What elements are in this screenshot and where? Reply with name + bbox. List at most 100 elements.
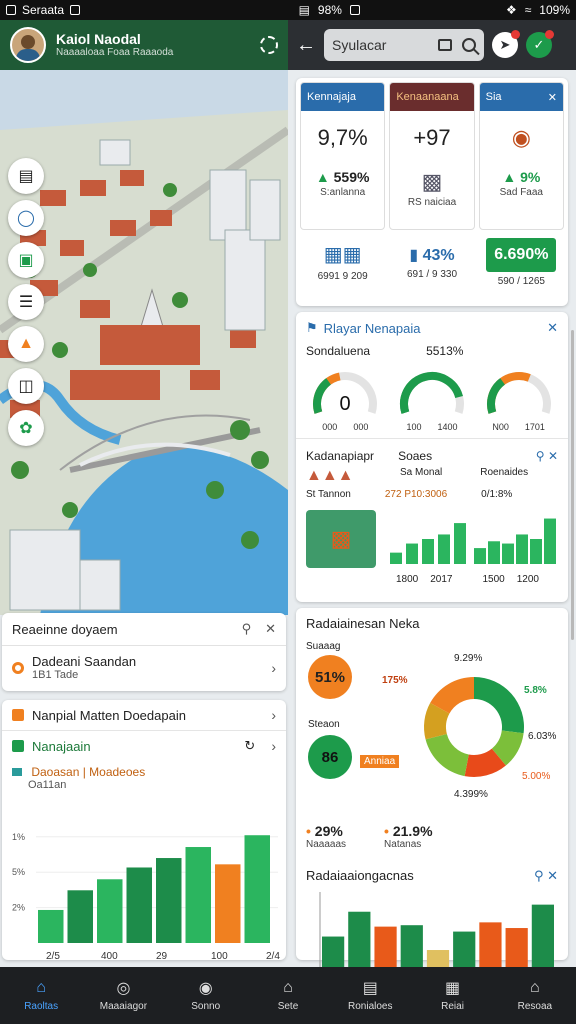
left-bar-chart: 1% 5% 2% 2/5 400 29 100 2/4 (12, 832, 280, 962)
avatar[interactable] (10, 27, 46, 63)
section-foot-d: 1200 (516, 574, 539, 585)
kpi-sub: ▲ 9% (480, 157, 563, 185)
mini-stat[interactable]: ▦▦ 6991 9 209 (300, 238, 385, 286)
nav-item-3[interactable]: ⌂ Sete (252, 979, 324, 1012)
recent-places-card: Reaeinne doyaem ⚲ ✕ Dadeani Saandan 1B1 … (2, 613, 286, 691)
nav-icon: ⌂ (36, 979, 46, 996)
nav-item-6[interactable]: ⌂ Resoaa (499, 979, 571, 1012)
mini-stat[interactable]: 6.690% 590 / 1265 (479, 237, 564, 287)
back-arrow-icon[interactable]: ← (296, 34, 316, 57)
chevron-right-icon[interactable]: › (271, 738, 276, 754)
bubble-a[interactable]: 51% (308, 655, 352, 699)
section-row1-b: 272 P10:3006 (384, 489, 448, 500)
dot-icon: • (384, 823, 389, 839)
dot-icon: • (306, 823, 311, 839)
car-thumbnail: ▩ (306, 510, 376, 568)
kpi-tile[interactable]: Kenaanaana +97 ▩ RS naiciaa (389, 82, 475, 230)
close-icon[interactable]: ✕ (548, 449, 558, 463)
chevron-right-icon[interactable]: › (271, 660, 276, 676)
section-col1: Sa Monal (400, 467, 443, 478)
bar (215, 864, 241, 943)
close-icon[interactable]: ✕ (265, 621, 276, 637)
summary-stat: • 29% Naaaaas (306, 823, 346, 850)
bar (400, 925, 423, 972)
section-col2: Roenaides (480, 467, 529, 478)
recent-places-title: Reaeinne doyaem (12, 621, 118, 637)
share-button[interactable]: ➤ (492, 30, 520, 58)
section-actions: ⚲ ✕ (534, 868, 558, 884)
bar (38, 909, 64, 943)
status-left-text: Seraata (22, 3, 65, 17)
kpi-head: Sia ✕ (479, 83, 563, 111)
document-icon[interactable]: ◫ (8, 368, 44, 404)
nav-item-1[interactable]: ◎ Maaaiagor (87, 979, 159, 1012)
search-icon[interactable] (462, 38, 476, 52)
summary-stat-value: 29% (314, 823, 343, 839)
refresh-icon[interactable]: ↻ (244, 738, 255, 754)
status-right-a: 98% (317, 3, 342, 17)
pct-r1: 5.8% (524, 685, 547, 696)
bubble-a-value: 51% (314, 668, 346, 686)
kpi-tile[interactable]: Kennajaja 9,7% ▲ 559% S:anlanna (300, 82, 386, 230)
search-icon[interactable]: ⚲ (536, 449, 545, 463)
list-icon[interactable]: ☰ (8, 284, 44, 320)
search-header: ← Syulacar ➤ ✓ (288, 20, 576, 70)
place-subtitle: 1B1 Tade (32, 669, 79, 681)
loading-icon[interactable] (260, 36, 278, 54)
notification-dot (511, 30, 520, 39)
y-tick-label: 5% (12, 867, 25, 877)
pct-bottom: 4.399% (454, 789, 488, 800)
alert-icon[interactable]: ▲ (8, 326, 44, 362)
nav-item-5[interactable]: ▦ Reiai (417, 979, 489, 1012)
house-icon: ▲▲▲ (306, 467, 354, 484)
summary-stat: • 21.9% Natanas (384, 823, 433, 850)
profile-badge-button[interactable]: ✓ (526, 30, 554, 58)
bar (97, 879, 123, 943)
map-icon[interactable]: ▣ (8, 242, 44, 278)
nav-item-4[interactable]: ▤ Ronialoes (334, 979, 406, 1012)
panel-list-item[interactable]: Nanpial Matten Doedapain › (2, 700, 286, 731)
chevron-right-icon[interactable]: › (271, 707, 276, 723)
nav-item-0[interactable]: ⌂ Raoltas (5, 979, 77, 1012)
mini-stats-row: ▦▦ 6991 9 209 ▮ 43% 691 / 9 330 6.690% 5… (296, 234, 568, 290)
close-icon[interactable]: ✕ (547, 320, 558, 336)
close-icon[interactable]: ✕ (547, 868, 558, 883)
x-tick-label: 2/5 (46, 951, 60, 962)
bar (530, 539, 542, 564)
summary-stats: • 29% Naaaaas • 21.9% Natanas (296, 819, 568, 854)
ufo-icon: ◉ (511, 125, 531, 150)
leaf-icon[interactable]: ✿ (8, 410, 44, 446)
section-foot-c: 1500 (482, 574, 505, 585)
search-input[interactable]: Syulacar (324, 29, 484, 61)
nav-item-2[interactable]: ◉ Sonno (170, 979, 242, 1012)
scrollbar[interactable] (571, 330, 574, 640)
mini-stat[interactable]: ▮ 43% 691 / 9 330 (389, 238, 474, 286)
x-tick-label: 100 (211, 951, 228, 962)
panel-list-item[interactable]: Nanajaain ↻ › (2, 731, 286, 761)
pct-a: 175% (382, 675, 408, 686)
search-icon[interactable]: ⚲ (242, 621, 252, 637)
message-icon (70, 5, 81, 15)
x-tick-label: 400 (101, 951, 118, 962)
chart-badge-icon (12, 768, 22, 776)
stats-panel-card: Nanpial Matten Doedapain › Nanajaain ↻ ›… (2, 700, 286, 962)
location-pin-icon[interactable]: ◯ (8, 200, 44, 236)
kpi-head: Kenaanaana (390, 83, 474, 111)
search-icon[interactable]: ⚲ (534, 868, 544, 883)
window-icon[interactable] (438, 39, 452, 51)
bar (488, 541, 500, 564)
kpi-tile[interactable]: Sia ✕ ◉ ▲ 9% Sad Faaa (478, 82, 564, 230)
kpi-foot: RS naiciaa (407, 197, 457, 208)
city-map[interactable]: ▤ ◯ ▣ ☰ ▲ ◫ ✿ (0, 70, 288, 615)
kpi-value: +97 (413, 125, 451, 150)
gauge-foot-a: N00 (492, 422, 509, 432)
layers-icon[interactable]: ▤ (8, 158, 44, 194)
place-list-item[interactable]: Dadeani Saandan 1B1 Tade › (2, 646, 286, 689)
gauge-card-header: ⚑ Rlayar Nenapaia ✕ (296, 312, 568, 344)
section-row1-c: 0/1:8% (481, 489, 513, 500)
bubble-b[interactable]: 86 (308, 735, 352, 779)
orange-square-icon (12, 709, 24, 721)
close-icon[interactable]: ✕ (548, 91, 557, 104)
bar (454, 523, 466, 564)
bar (479, 922, 502, 972)
